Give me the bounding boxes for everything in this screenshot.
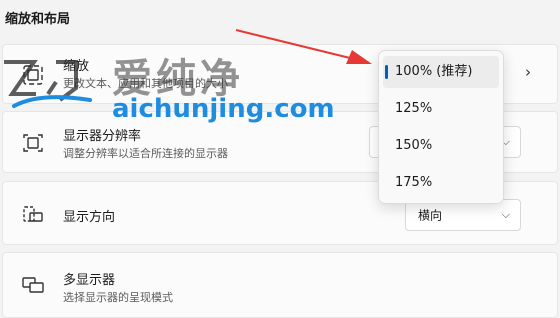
scale-option[interactable]: 150% [383, 130, 499, 162]
scale-option-label: 125% [395, 101, 433, 116]
multi-display-title: 多显示器 [63, 273, 116, 288]
resolution-subtitle: 调整分辨率以适合所连接的显示器 [63, 147, 228, 160]
orientation-value: 横向 [418, 208, 443, 223]
chevron-down-icon: ⌵ [501, 208, 510, 221]
section-title: 缩放和布局 [5, 12, 71, 27]
scale-option[interactable]: 175% [383, 167, 499, 199]
orientation-icon [23, 206, 43, 222]
multi-display-setting-card[interactable]: 多显示器 选择显示器的呈现模式 [2, 252, 558, 318]
scale-option[interactable]: 100% (推荐) [383, 56, 499, 88]
multi-display-subtitle: 选择显示器的呈现模式 [63, 291, 173, 304]
orientation-title: 显示方向 [63, 210, 116, 225]
watermark-url-text: aichunjing.com [112, 94, 335, 124]
scale-option-label: 100% (推荐) [395, 64, 473, 79]
chevron-right-icon[interactable]: › [525, 63, 531, 81]
multi-display-icon [22, 277, 44, 293]
watermark-logo [4, 60, 92, 108]
scale-option-label: 175% [395, 175, 433, 190]
resolution-icon [23, 134, 43, 152]
scale-option-label: 150% [395, 138, 433, 153]
scale-option[interactable]: 125% [383, 93, 499, 125]
selected-indicator [385, 65, 388, 79]
scale-dropdown-menu[interactable]: 100% (推荐) 125% 150% 175% [378, 50, 504, 204]
